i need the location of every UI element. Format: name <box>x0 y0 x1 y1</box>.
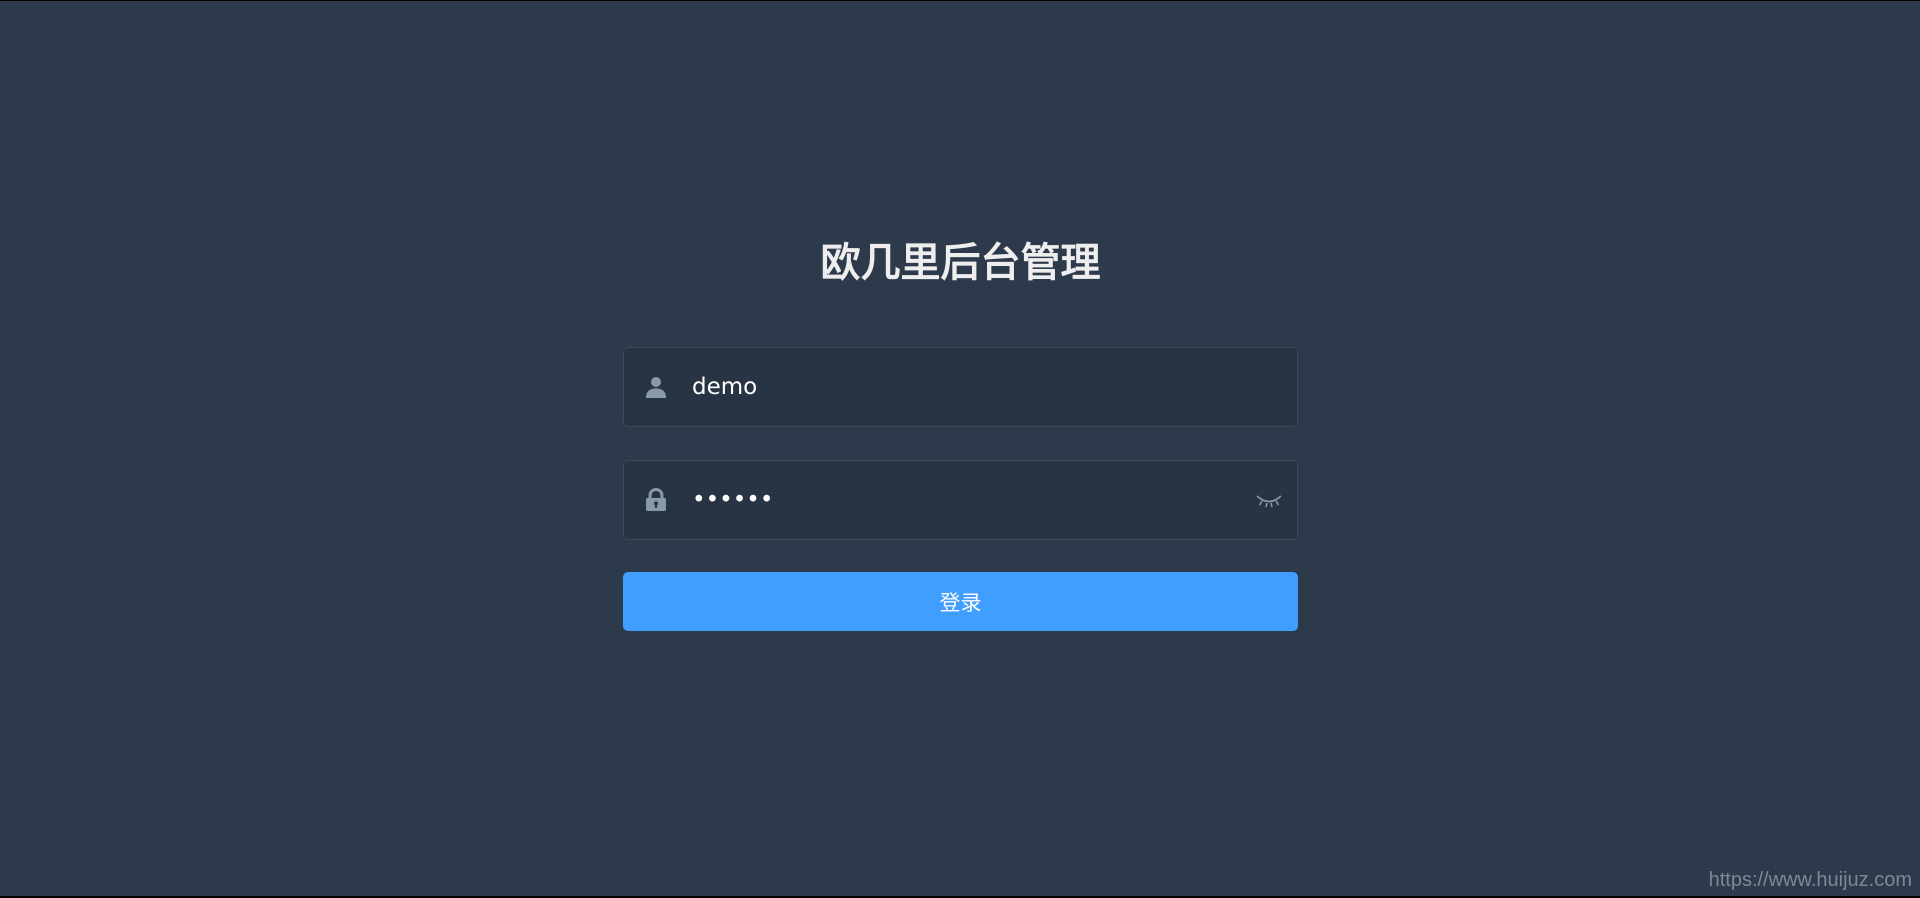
lock-icon <box>644 487 668 512</box>
username-field <box>623 347 1298 427</box>
password-input[interactable] <box>692 461 1222 539</box>
page-title: 欧几里后台管理 <box>820 240 1101 286</box>
watermark: https://www.huijuz.com <box>1708 869 1912 891</box>
user-icon <box>644 375 668 399</box>
eye-closed-icon[interactable] <box>1255 488 1283 512</box>
username-input[interactable] <box>692 348 1222 426</box>
password-field <box>623 460 1298 540</box>
login-page: 欧几里后台管理 demo •••••• 登录 https://www.huiju… <box>0 1 1920 896</box>
login-button[interactable]: 登录 <box>623 572 1298 631</box>
